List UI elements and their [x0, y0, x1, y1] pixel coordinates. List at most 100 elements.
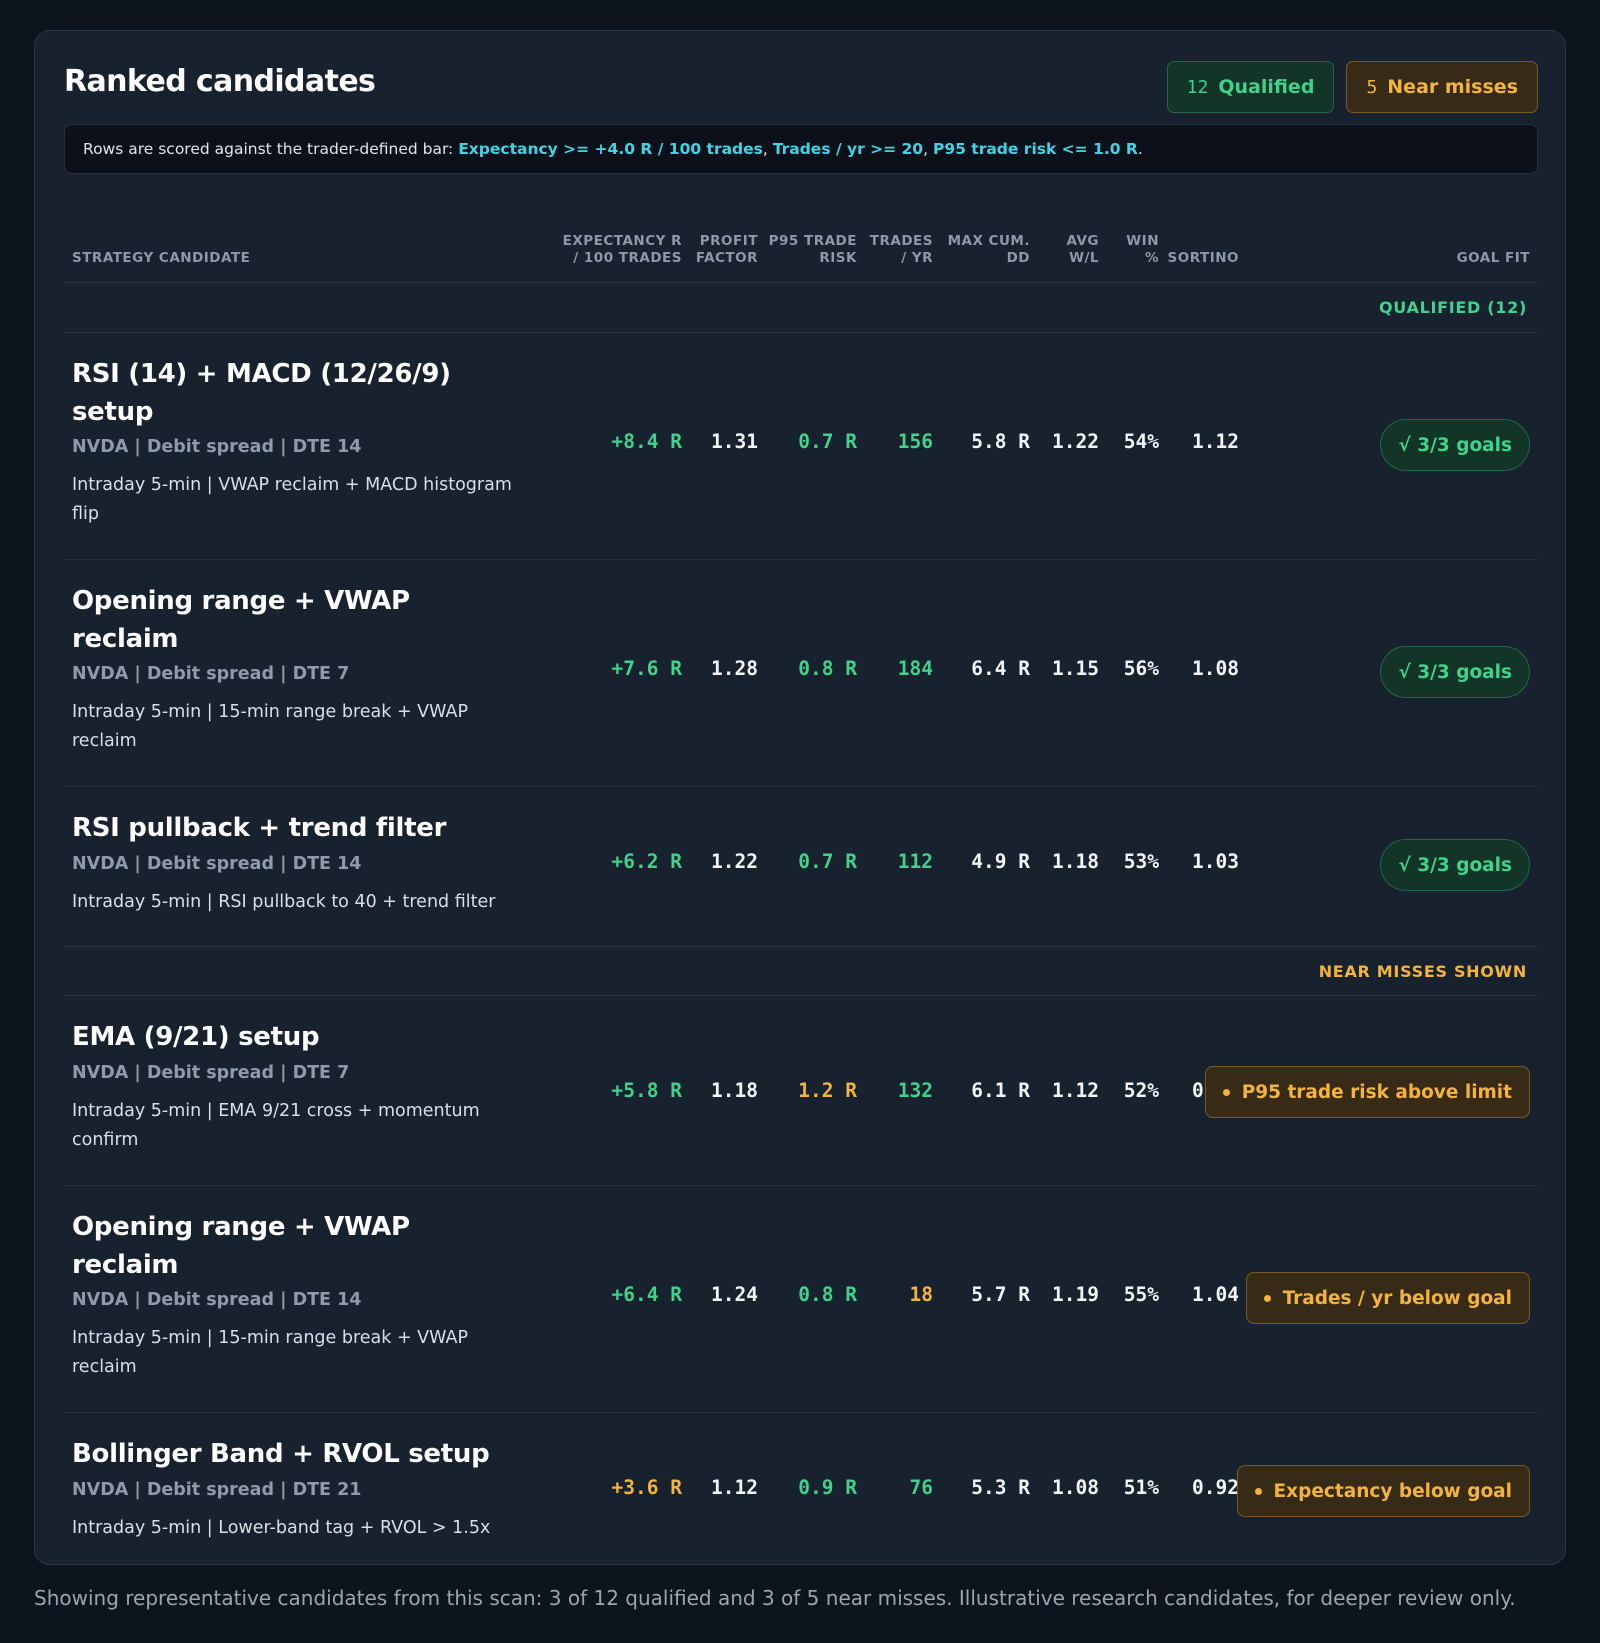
p95-risk-value: 1.2 R — [798, 1079, 857, 1102]
candidate-description: Intraday 5-min | RSI pullback to 40 + tr… — [72, 892, 496, 912]
candidate-meta: NVDA | Debit spread | DTE 7 — [72, 664, 350, 684]
table-row[interactable]: RSI (14) + MACD (12/26/9) setup NVDA | D… — [64, 333, 1538, 560]
note-separator: , — [923, 140, 933, 158]
max-dd-value: 6.4 R — [971, 657, 1030, 680]
profit-factor-value: 1.12 — [711, 1476, 758, 1499]
sortino-value: 1.04 — [1192, 1283, 1239, 1306]
col-avg-wl[interactable]: AVG W/L — [1066, 233, 1099, 267]
max-dd-value: 5.3 R — [971, 1476, 1030, 1499]
goal-fit-badge[interactable]: √ 3/3 goals — [1380, 646, 1530, 698]
col-maxdd-line1: MAX CUM. — [947, 233, 1030, 249]
col-profit-factor[interactable]: PROFIT FACTOR — [696, 233, 758, 267]
max-dd-value: 5.7 R — [971, 1283, 1030, 1306]
candidate-name: Opening range + VWAP reclaim — [72, 586, 410, 654]
table-row[interactable]: Bollinger Band + RVOL setup NVDA | Debit… — [64, 1413, 1538, 1558]
col-max-dd[interactable]: MAX CUM. DD — [948, 233, 1030, 267]
win-pct-value: 56% — [1123, 657, 1159, 680]
table-header: STRATEGY CANDIDATE EXPECTANCY R/ 100 TRA… — [64, 191, 1538, 283]
note-criterion-expectancy: Expectancy >= +4.0 R / 100 trades — [458, 140, 763, 158]
note-criterion-risk: P95 trade risk <= 1.0 R — [932, 140, 1138, 158]
col-trades-yr[interactable]: TRADES / YR — [870, 233, 933, 267]
goal-fit-badge[interactable]: Expectancy below goal — [1236, 1465, 1530, 1517]
summary-pills: 12 Qualified 5 Near misses — [1166, 61, 1538, 113]
col-p95-risk[interactable]: P95 TRADE RISK — [769, 233, 857, 267]
sortino-value: 0.92 — [1192, 1476, 1239, 1499]
col-avgwl-line1: AVG — [1066, 233, 1099, 249]
candidate-description: Intraday 5-min | VWAP reclaim + MACD his… — [72, 475, 512, 524]
win-pct-value: 52% — [1123, 1079, 1159, 1102]
section-qualified: QUALIFIED (12) — [64, 283, 1538, 333]
candidate-meta: NVDA | Debit spread | DTE 7 — [72, 1063, 350, 1083]
expectancy-value: +6.2 R — [611, 850, 682, 873]
candidate-name: RSI pullback + trend filter — [72, 813, 447, 843]
profit-factor-value: 1.31 — [711, 430, 758, 453]
trades-yr-value: 112 — [897, 850, 933, 873]
note-separator: , — [762, 140, 773, 158]
win-pct-value: 55% — [1123, 1283, 1159, 1306]
col-goal-fit[interactable]: GOAL FIT — [1457, 250, 1530, 267]
table-row[interactable]: RSI pullback + trend filter NVDA | Debit… — [64, 787, 1538, 946]
scoring-note: Rows are scored against the trader-defin… — [64, 124, 1538, 174]
avg-wl-value: 1.08 — [1052, 1476, 1099, 1499]
goal-fit-label: Expectancy below goal — [1273, 1480, 1512, 1502]
col-maxdd-line2: DD — [1006, 250, 1030, 266]
max-dd-value: 6.1 R — [971, 1079, 1030, 1102]
table-row[interactable]: Opening range + VWAP reclaim NVDA | Debi… — [64, 560, 1538, 787]
max-dd-value: 5.8 R — [971, 430, 1030, 453]
goal-fit-badge[interactable]: √ 3/3 goals — [1380, 419, 1530, 471]
p95-risk-value: 0.7 R — [798, 430, 857, 453]
avg-wl-value: 1.22 — [1052, 430, 1099, 453]
expectancy-value: +6.4 R — [611, 1283, 682, 1306]
avg-wl-value: 1.19 — [1052, 1283, 1099, 1306]
avg-wl-value: 1.15 — [1052, 657, 1099, 680]
candidate-name: RSI (14) + MACD (12/26/9) setup — [72, 359, 451, 427]
qualified-pill[interactable]: 12 Qualified — [1166, 61, 1335, 113]
col-trades-line1: TRADES — [869, 233, 933, 249]
candidate-description: Intraday 5-min | EMA 9/21 cross + moment… — [72, 1101, 480, 1150]
win-pct-value: 53% — [1123, 850, 1159, 873]
table-row[interactable]: Opening range + VWAP reclaim NVDA | Debi… — [64, 1186, 1538, 1413]
candidate-meta: NVDA | Debit spread | DTE 21 — [72, 1480, 362, 1500]
col-win-pct[interactable]: WIN% — [1126, 233, 1159, 267]
table-row[interactable]: EMA (9/21) setup NVDA | Debit spread | D… — [64, 996, 1538, 1186]
avg-wl-value: 1.18 — [1052, 850, 1099, 873]
candidate-description: Intraday 5-min | 15-min range break + VW… — [72, 1328, 469, 1377]
p95-risk-value: 0.8 R — [798, 1283, 857, 1306]
col-profit-line1: PROFIT — [699, 233, 758, 249]
goal-fit-badge[interactable]: Trades / yr below goal — [1245, 1272, 1530, 1324]
goal-fit-label: √ 3/3 goals — [1398, 661, 1512, 683]
col-expectancy-line2: / 100 TRADES — [573, 250, 682, 266]
p95-risk-value: 0.9 R — [798, 1476, 857, 1499]
col-expectancy[interactable]: EXPECTANCY R/ 100 TRADES — [563, 233, 682, 267]
trades-yr-value: 132 — [897, 1079, 933, 1102]
qualified-count: 12 — [1186, 76, 1209, 98]
qualified-label: Qualified — [1218, 76, 1315, 98]
goal-fit-label: P95 trade risk above limit — [1241, 1081, 1512, 1103]
profit-factor-value: 1.28 — [711, 657, 758, 680]
note-prefix: Rows are scored against the trader-defin… — [83, 140, 459, 158]
note-suffix: . — [1137, 140, 1143, 158]
goal-fit-label: √ 3/3 goals — [1398, 434, 1512, 456]
sortino-value: 1.08 — [1192, 657, 1239, 680]
col-p95-line2: RISK — [819, 250, 857, 266]
goal-fit-label: √ 3/3 goals — [1398, 854, 1512, 876]
expectancy-value: +3.6 R — [611, 1476, 682, 1499]
col-sortino[interactable]: SORTINO — [1168, 250, 1240, 267]
avg-wl-value: 1.12 — [1052, 1079, 1099, 1102]
goal-fit-badge[interactable]: √ 3/3 goals — [1380, 839, 1530, 891]
candidate-description: Intraday 5-min | Lower-band tag + RVOL >… — [72, 1518, 491, 1538]
col-p95-line1: P95 TRADE — [768, 233, 857, 249]
candidates-panel: Ranked candidates 12 Qualified 5 Near mi… — [34, 30, 1566, 1565]
expectancy-value: +8.4 R — [611, 430, 682, 453]
goal-fit-badge[interactable]: P95 trade risk above limit — [1204, 1066, 1530, 1118]
max-dd-value: 4.9 R — [971, 850, 1030, 873]
col-strategy[interactable]: STRATEGY CANDIDATE — [72, 250, 250, 267]
warning-dot-icon — [1263, 1294, 1271, 1302]
col-profit-line2: FACTOR — [695, 250, 758, 266]
candidate-meta: NVDA | Debit spread | DTE 14 — [72, 437, 362, 457]
candidate-name: Opening range + VWAP reclaim — [72, 1212, 410, 1280]
near-misses-count: 5 — [1366, 76, 1378, 98]
near-misses-pill[interactable]: 5 Near misses — [1346, 61, 1538, 113]
page-title: Ranked candidates — [64, 64, 376, 99]
win-pct-value: 51% — [1123, 1476, 1159, 1499]
